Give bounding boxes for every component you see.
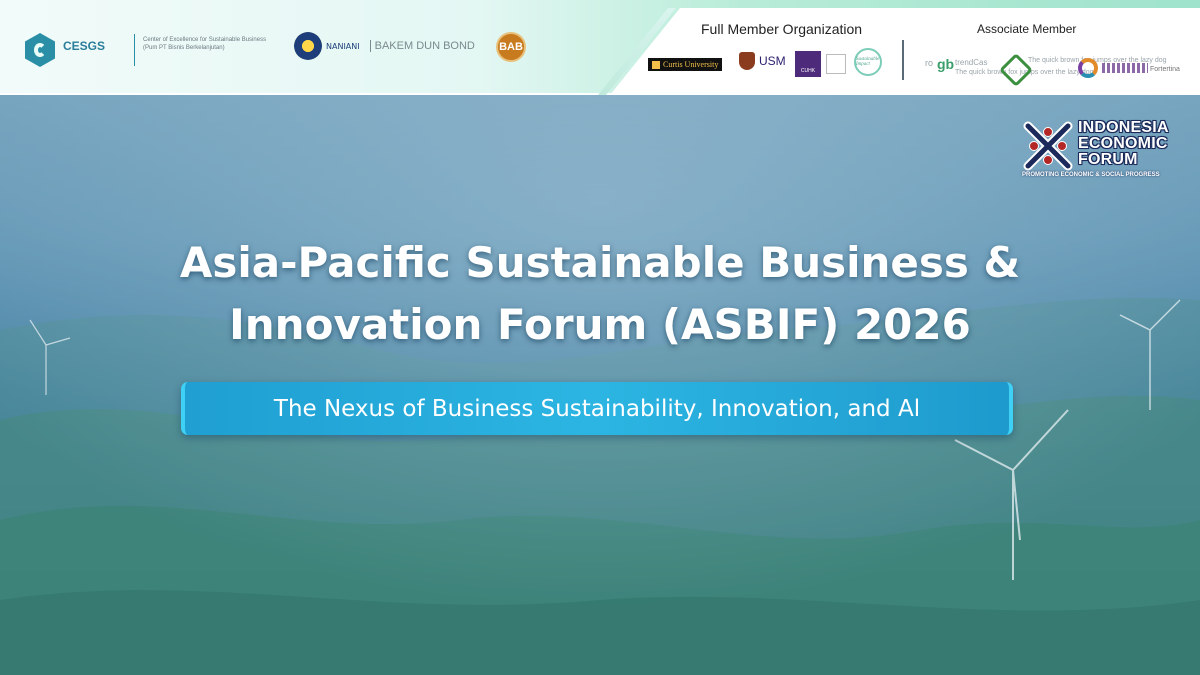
sponsor-banner: CESGS Center of Excellence for Sustainab… bbox=[0, 0, 1200, 95]
cuhk-logo: CUHK bbox=[795, 51, 821, 77]
partner-badge-icon bbox=[826, 54, 846, 74]
event-title: Asia-Pacific Sustainable Business & Inno… bbox=[0, 232, 1200, 356]
associate-trendcas: trendCas bbox=[955, 58, 988, 67]
bab-mark: BAB bbox=[496, 32, 526, 62]
member-divider bbox=[902, 40, 904, 80]
ring-logo bbox=[1078, 58, 1148, 78]
cesgs-logo: CESGS bbox=[25, 33, 105, 67]
ief-line-2: ECONOMIC bbox=[1078, 135, 1168, 152]
member-panel bbox=[610, 8, 1200, 95]
curtis-name: Curtis University bbox=[663, 60, 719, 69]
usm-logo: USM bbox=[739, 52, 786, 70]
seal-icon bbox=[294, 32, 322, 60]
usm-crest-icon bbox=[739, 52, 755, 70]
event-title-line-2: Innovation Forum (ASBIF) 2026 bbox=[229, 300, 971, 349]
partner-badge bbox=[826, 54, 846, 74]
ief-wordmark: INDONESIA ECONOMIC FORUM bbox=[1078, 120, 1169, 168]
knot-logo bbox=[999, 53, 1033, 87]
ief-line-3: FORUM bbox=[1078, 151, 1138, 168]
cn-logo-text bbox=[1102, 63, 1148, 73]
subtitle-banner: The Nexus of Business Sustainability, In… bbox=[181, 382, 1013, 435]
cuhk-mark: CUHK bbox=[795, 51, 821, 77]
bakem-divider bbox=[369, 40, 371, 52]
ring-icon bbox=[1078, 58, 1098, 78]
naniani-name: NANIANI bbox=[326, 41, 360, 51]
bakem-name: BAKEM DUN BOND bbox=[374, 40, 475, 52]
curtis-logo: Curtis University bbox=[648, 58, 723, 71]
bab-logo: BAB bbox=[496, 32, 526, 62]
cesgs-divider bbox=[134, 34, 135, 66]
associate-member-title: Associate Member bbox=[977, 22, 1077, 36]
associate-ro: ro bbox=[925, 58, 934, 68]
ief-x-icon bbox=[1023, 121, 1073, 171]
ief-line-1: INDONESIA bbox=[1078, 119, 1169, 136]
cesgs-name: CESGS bbox=[63, 39, 106, 53]
event-subtitle: The Nexus of Business Sustainability, In… bbox=[273, 395, 921, 422]
curtis-crest-icon bbox=[652, 60, 660, 69]
naniani-logo: NANIANI BAKEM DUN BOND bbox=[294, 32, 475, 60]
gb-mark: gb bbox=[937, 56, 955, 72]
cesgs-description: Center of Excellence for Sustainable Bus… bbox=[143, 37, 267, 51]
event-title-line-1: Asia-Pacific Sustainable Business & bbox=[179, 238, 1021, 287]
sustainable-logo: Sustainable Impact bbox=[854, 48, 882, 76]
ief-tagline: PROMOTING ECONOMIC & SOCIAL PROGRESS bbox=[1022, 172, 1160, 178]
associate-fortertina: Fortertina bbox=[1150, 66, 1180, 73]
gb-logo: gb bbox=[937, 56, 954, 72]
usm-name: USM bbox=[759, 54, 786, 68]
ief-logo: INDONESIA ECONOMIC FORUM PROMOTING ECONO… bbox=[1022, 120, 1187, 182]
cesgs-hexagon-icon bbox=[25, 33, 55, 67]
sustainable-mark: Sustainable Impact bbox=[854, 48, 882, 76]
full-member-title: Full Member Organization bbox=[701, 21, 863, 37]
